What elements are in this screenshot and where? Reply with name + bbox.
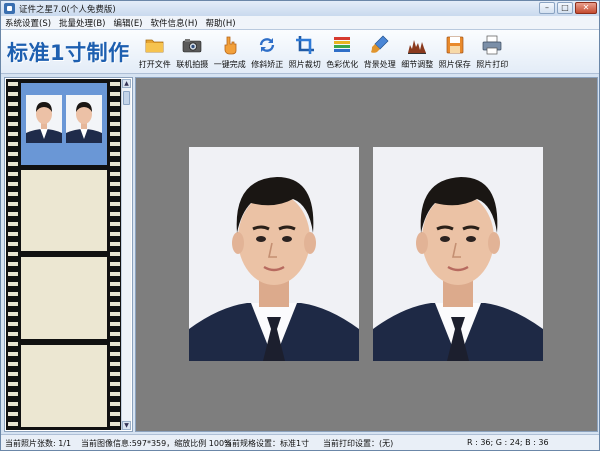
photo-print-label: 照片打印 bbox=[476, 60, 509, 69]
filmstrip bbox=[6, 79, 122, 430]
status-bar: 当前照片张数: 1/1 当前图像信息:597*359，缩放比例 100% 当前规… bbox=[1, 434, 599, 450]
window-title: 证件之星7.0(个人免费版) bbox=[19, 4, 116, 15]
brush-icon bbox=[370, 35, 389, 53]
floppy-icon bbox=[446, 36, 464, 54]
status-rgb: R : 36; G : 24; B : 36 bbox=[467, 438, 549, 447]
rotate-icon bbox=[260, 38, 275, 52]
preview-canvas bbox=[135, 77, 598, 432]
menu-batch[interactable]: 批量处理(B) bbox=[55, 17, 109, 29]
thumbnail-photo bbox=[26, 95, 62, 143]
open-file-button[interactable]: 打开文件 bbox=[136, 33, 174, 71]
menu-bar: 系统设置(S) 批量处理(B) 编辑(E) 软件信息(H) 帮助(H) bbox=[1, 16, 599, 30]
status-spec: 当前规格设置：标准1寸 bbox=[224, 439, 310, 448]
one-click-label: 一键完成 bbox=[213, 60, 246, 69]
film-frame-empty[interactable] bbox=[21, 170, 107, 251]
menu-system-settings[interactable]: 系统设置(S) bbox=[1, 17, 55, 29]
folder-icon bbox=[145, 39, 164, 53]
window-controls: – □ ✕ bbox=[539, 2, 597, 14]
tilt-correct-button[interactable]: 修斜矫正 bbox=[249, 33, 287, 71]
portrait-photo-icon bbox=[189, 147, 359, 361]
color-optimize-button[interactable]: 色彩优化 bbox=[324, 33, 362, 71]
menu-edit[interactable]: 编辑(E) bbox=[110, 17, 147, 29]
camera-icon bbox=[182, 39, 202, 53]
title-bar: 证件之星7.0(个人免费版) – □ ✕ bbox=[1, 1, 599, 16]
toolbar: 标准1寸制作 打开文件 联机拍摄 一键完成 修斜矫正 照片裁切 色彩优化 背景处… bbox=[1, 30, 599, 74]
brand-title: 标准1寸制作 bbox=[7, 41, 130, 65]
camera-capture-button[interactable]: 联机拍摄 bbox=[174, 33, 212, 71]
hand-icon bbox=[224, 36, 237, 55]
portrait-photo-icon bbox=[373, 147, 543, 361]
tool-buttons: 打开文件 联机拍摄 一键完成 修斜矫正 照片裁切 色彩优化 背景处理 细节调整 … bbox=[136, 33, 511, 71]
detail-adjust-button[interactable]: 细节调整 bbox=[399, 33, 437, 71]
app-window: 证件之星7.0(个人免费版) – □ ✕ 系统设置(S) 批量处理(B) 编辑(… bbox=[0, 0, 600, 451]
app-logo-icon bbox=[4, 3, 15, 14]
status-print: 当前打印设置：(无) bbox=[323, 439, 394, 448]
detail-adjust-label: 细节调整 bbox=[401, 60, 434, 69]
crop-icon bbox=[295, 36, 314, 54]
one-click-button[interactable]: 一键完成 bbox=[211, 33, 249, 71]
film-frame-selected[interactable] bbox=[21, 83, 107, 165]
status-photo-count: 当前照片张数: 1/1 bbox=[5, 439, 72, 448]
background-label: 背景处理 bbox=[363, 60, 396, 69]
photo-crop-label: 照片裁切 bbox=[288, 60, 321, 69]
scroll-thumb[interactable] bbox=[123, 91, 130, 105]
portrait-thumbnail-icon bbox=[66, 95, 102, 143]
minimize-button[interactable]: – bbox=[539, 2, 555, 14]
background-button[interactable]: 背景处理 bbox=[361, 33, 399, 71]
color-optimize-label: 色彩优化 bbox=[326, 60, 359, 69]
film-perforations-right bbox=[110, 79, 120, 430]
filmstrip-scrollbar[interactable]: ▲ ▼ bbox=[121, 79, 131, 430]
film-frame-empty[interactable] bbox=[21, 345, 107, 427]
scroll-down-icon[interactable]: ▼ bbox=[122, 421, 131, 430]
photo-print-button[interactable]: 照片打印 bbox=[474, 33, 512, 71]
filmstrip-panel: ▲ ▼ bbox=[4, 77, 133, 432]
open-file-label: 打开文件 bbox=[138, 60, 171, 69]
printer-icon bbox=[482, 35, 502, 55]
status-image-info: 当前图像信息:597*359，缩放比例 100% bbox=[81, 439, 232, 448]
menu-help[interactable]: 帮助(H) bbox=[202, 17, 240, 29]
photo-crop-button[interactable]: 照片裁切 bbox=[286, 33, 324, 71]
film-perforations-left bbox=[8, 79, 18, 430]
camera-capture-label: 联机拍摄 bbox=[176, 60, 209, 69]
scroll-up-icon[interactable]: ▲ bbox=[122, 79, 131, 88]
film-frame-empty[interactable] bbox=[21, 257, 107, 339]
photo-save-label: 照片保存 bbox=[438, 60, 471, 69]
menu-software-info[interactable]: 软件信息(H) bbox=[147, 17, 202, 29]
thumbnail-photo bbox=[66, 95, 102, 143]
photo-save-button[interactable]: 照片保存 bbox=[436, 33, 474, 71]
color-bars-icon bbox=[334, 37, 351, 52]
maximize-button[interactable]: □ bbox=[557, 2, 573, 14]
tilt-correct-label: 修斜矫正 bbox=[251, 60, 284, 69]
levels-icon bbox=[408, 40, 427, 54]
portrait-thumbnail-icon bbox=[26, 95, 62, 143]
close-button[interactable]: ✕ bbox=[575, 2, 597, 14]
id-photo-right[interactable] bbox=[373, 147, 543, 361]
id-photo-left[interactable] bbox=[189, 147, 359, 361]
